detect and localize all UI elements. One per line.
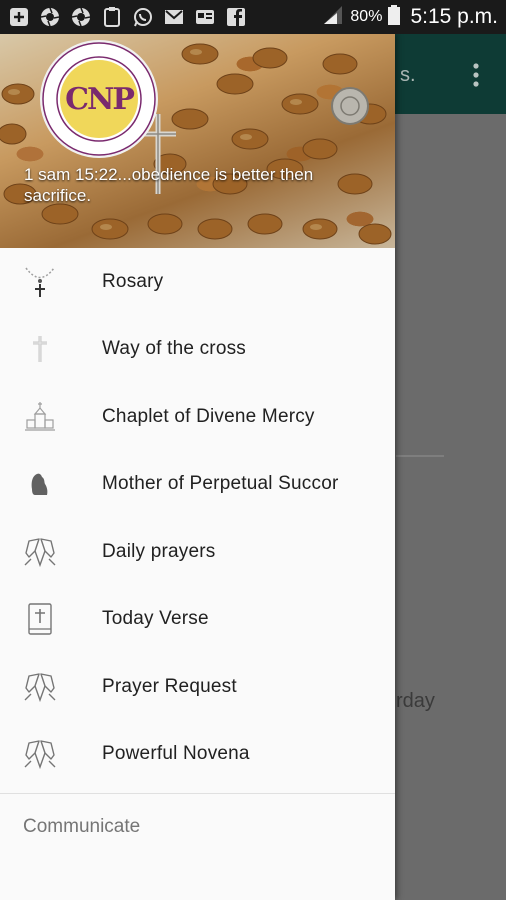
menu-item-label: Mother of Perpetual Succor <box>102 473 339 495</box>
menu-item-mother-of-perpetual-succor[interactable]: Mother of Perpetual Succor <box>0 451 395 519</box>
battery-percent: 80% <box>350 8 383 25</box>
navigation-drawer: CNP 1 sam 15:22...obedience is better th… <box>0 34 395 900</box>
overflow-menu-icon[interactable] <box>465 60 487 90</box>
background-text-fragment: rday <box>396 690 435 712</box>
header-verse: 1 sam 15:22...obedience is better then s… <box>24 165 314 205</box>
clock: 5:15 p.m. <box>410 5 498 28</box>
status-bar: 80% 5:15 p.m. <box>0 0 506 34</box>
section-title-communicate: Communicate <box>23 816 141 837</box>
menu-item-chaplet-of-divine-mercy[interactable]: Chaplet of Divene Mercy <box>0 383 395 451</box>
mary-icon <box>23 467 57 501</box>
praying-hands-icon <box>23 535 57 569</box>
gmail-icon <box>163 7 185 27</box>
signal-icon <box>322 5 344 30</box>
facebook-icon <box>225 7 247 27</box>
praying-hands-icon <box>23 670 57 704</box>
aperture-icon <box>70 7 92 27</box>
app-title-fragment: s. <box>400 64 416 86</box>
background-divider <box>396 455 444 457</box>
cnp-logo: CNP <box>40 40 158 158</box>
battery-icon <box>388 4 401 30</box>
whatsapp-icon <box>132 7 154 27</box>
add-icon <box>8 7 30 27</box>
cross-icon <box>23 332 57 366</box>
menu-item-label: Rosary <box>102 270 164 292</box>
menu-item-label: Powerful Novena <box>102 743 250 765</box>
menu-item-label: Way of the cross <box>102 338 246 360</box>
drawer-menu: Rosary Way of the cross Chaplet of Diven… <box>0 248 395 788</box>
bible-icon <box>23 602 57 636</box>
rosary-icon <box>23 265 57 299</box>
menu-item-label: Prayer Request <box>102 675 237 697</box>
menu-item-rosary[interactable]: Rosary <box>0 248 395 316</box>
menu-item-daily-prayers[interactable]: Daily prayers <box>0 518 395 586</box>
menu-item-way-of-the-cross[interactable]: Way of the cross <box>0 316 395 384</box>
aperture-icon <box>39 7 61 27</box>
menu-item-prayer-request[interactable]: Prayer Request <box>0 653 395 721</box>
praying-hands-icon <box>23 737 57 771</box>
notification-icons <box>8 7 247 27</box>
menu-item-powerful-novena[interactable]: Powerful Novena <box>0 721 395 789</box>
church-icon <box>23 400 57 434</box>
section-divider <box>0 793 395 794</box>
menu-item-today-verse[interactable]: Today Verse <box>0 586 395 654</box>
drawer-header: CNP 1 sam 15:22...obedience is better th… <box>0 34 395 248</box>
clipboard-icon <box>101 7 123 27</box>
menu-item-label: Today Verse <box>102 608 209 630</box>
card-icon <box>194 7 216 27</box>
menu-item-label: Chaplet of Divene Mercy <box>102 405 315 427</box>
menu-item-label: Daily prayers <box>102 540 216 562</box>
